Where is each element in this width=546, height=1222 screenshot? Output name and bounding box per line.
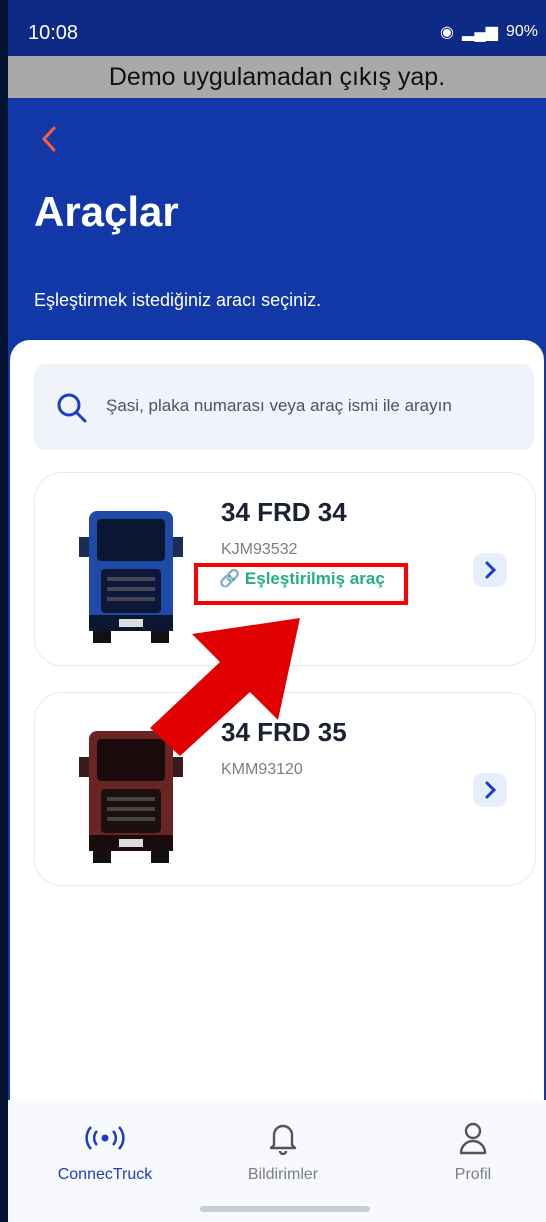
status-icons: ◉ ▂▄▆ 90% [440,22,538,42]
search-input[interactable]: Şasi, plaka numarası veya araç ismi ile … [34,364,534,450]
bottom-tab-bar: ConnecTruck Bildirimler Profil [8,1100,546,1222]
demo-exit-banner[interactable]: Demo uygulamadan çıkış yap. [8,56,546,98]
tab-label: ConnecTruck [57,1166,153,1183]
bell-icon [269,1124,297,1155]
page-title: Araçlar [34,188,179,235]
phone-screen: 10:08 ◉ ▂▄▆ 90% Demo uygulamadan çıkış y… [8,0,546,1222]
tab-label: Profil [454,1166,492,1183]
vehicle-detail-button[interactable] [473,773,507,807]
vehicle-plate: 34 FRD 34 [221,497,347,527]
vehicle-vin: KMM93120 [221,761,303,778]
chevron-right-icon [485,781,497,799]
status-time: 10:08 [28,22,79,44]
tab-connectruck[interactable]: ConnecTruck [40,1118,170,1184]
user-icon [459,1122,487,1155]
page-subtitle: Eşleştirmek istediğiniz aracı seçiniz. [34,290,322,310]
highlight-box [194,563,408,605]
search-placeholder: Şasi, plaka numarası veya araç ismi ile … [106,396,452,415]
vehicle-vin: KJM93532 [221,541,298,558]
red-arrow-annotation [150,618,300,756]
signal-icon [85,1126,125,1150]
chevron-left-icon [41,126,56,152]
wifi-icon: ◉ [440,24,455,41]
chevron-right-icon [485,561,497,579]
vehicle-detail-button[interactable] [473,553,507,587]
tab-profil[interactable]: Profil [408,1118,538,1184]
back-button[interactable] [38,124,60,161]
status-bar: 10:08 ◉ ▂▄▆ 90% [8,0,546,64]
tab-bildirimler[interactable]: Bildirimler [218,1118,348,1184]
search-icon [57,393,87,423]
signal-icon: ▂▄▆ [462,24,498,41]
tab-label: Bildirimler [247,1166,319,1183]
battery-level: 90% [505,23,538,40]
home-indicator[interactable] [200,1206,370,1212]
